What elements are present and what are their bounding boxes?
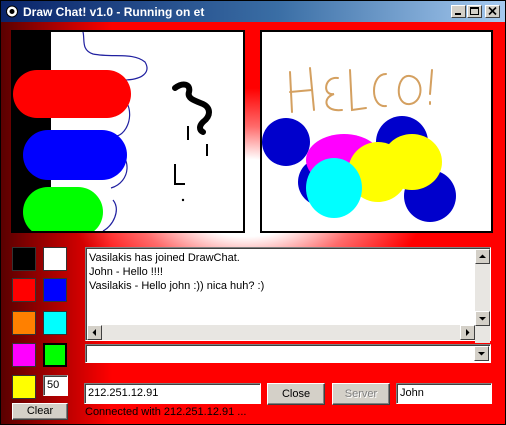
chevron-right-icon (466, 329, 470, 336)
chat-message: Vasilakis has joined DrawChat. (89, 252, 240, 264)
local-drawing-canvas[interactable] (11, 30, 245, 233)
chat-horizontal-scrollbar[interactable] (87, 325, 475, 340)
connection-status: Connected with 212.251.12.91 ... (85, 406, 247, 418)
draw-chat-app-icon (5, 5, 19, 18)
scroll-down-button[interactable] (475, 311, 490, 326)
color-swatch-black[interactable] (12, 247, 36, 271)
remote-drawing (262, 67, 456, 222)
chat-log[interactable]: Vasilakis has joined DrawChat. John - He… (85, 247, 491, 343)
local-drawing (13, 32, 212, 231)
minimize-button[interactable] (451, 5, 466, 18)
chat-message-input[interactable] (85, 344, 491, 363)
chevron-up-icon (479, 254, 486, 258)
remote-drawing-canvas (260, 30, 493, 233)
scroll-left-button[interactable] (87, 325, 102, 340)
chevron-down-icon (478, 352, 485, 356)
server-ip-value: 212.251.12.91 (88, 387, 159, 399)
color-swatch-red[interactable] (12, 278, 36, 302)
brush-size-input[interactable]: 50 (43, 375, 68, 396)
color-swatch-green[interactable] (43, 343, 67, 367)
client-area: 50 Clear Vasilakis has joined DrawChat. … (1, 22, 505, 424)
chat-messages: Vasilakis has joined DrawChat. John - He… (89, 251, 473, 293)
chat-input-dropdown-button[interactable] (474, 346, 489, 361)
app-window: Draw Chat! v1.0 - Running on et 50 Clear… (0, 0, 506, 425)
chat-vertical-scrollbar[interactable] (475, 249, 490, 343)
color-swatch-blue[interactable] (43, 278, 67, 302)
nickname-value: John (400, 387, 424, 399)
maximize-icon (470, 7, 479, 15)
chevron-left-icon (92, 329, 96, 336)
clear-button[interactable]: Clear (12, 403, 68, 420)
server-ip-input[interactable]: 212.251.12.91 (84, 383, 261, 404)
window-title: Draw Chat! v1.0 - Running on et (23, 5, 205, 19)
scroll-up-button[interactable] (475, 249, 490, 264)
chat-message: Vasilakis - Hello john :)) nica huh? :) (89, 280, 265, 292)
maximize-button[interactable] (467, 5, 482, 18)
close-window-button[interactable] (485, 5, 500, 18)
nickname-input[interactable]: John (396, 383, 492, 404)
close-connection-button[interactable]: Close (267, 383, 325, 405)
close-icon (488, 6, 497, 16)
chevron-down-icon (479, 317, 486, 321)
color-swatch-cyan[interactable] (43, 311, 67, 335)
color-swatch-magenta[interactable] (12, 343, 36, 367)
chat-message: John - Hello !!!! (89, 266, 163, 278)
brush-size-value: 50 (47, 379, 60, 391)
title-bar[interactable]: Draw Chat! v1.0 - Running on et (1, 1, 505, 22)
scroll-right-button[interactable] (460, 325, 475, 340)
color-swatch-white[interactable] (43, 247, 67, 271)
minimize-icon (455, 13, 461, 15)
color-swatch-orange[interactable] (12, 311, 36, 335)
color-swatch-yellow[interactable] (12, 375, 36, 399)
server-button[interactable]: Server (332, 383, 390, 405)
